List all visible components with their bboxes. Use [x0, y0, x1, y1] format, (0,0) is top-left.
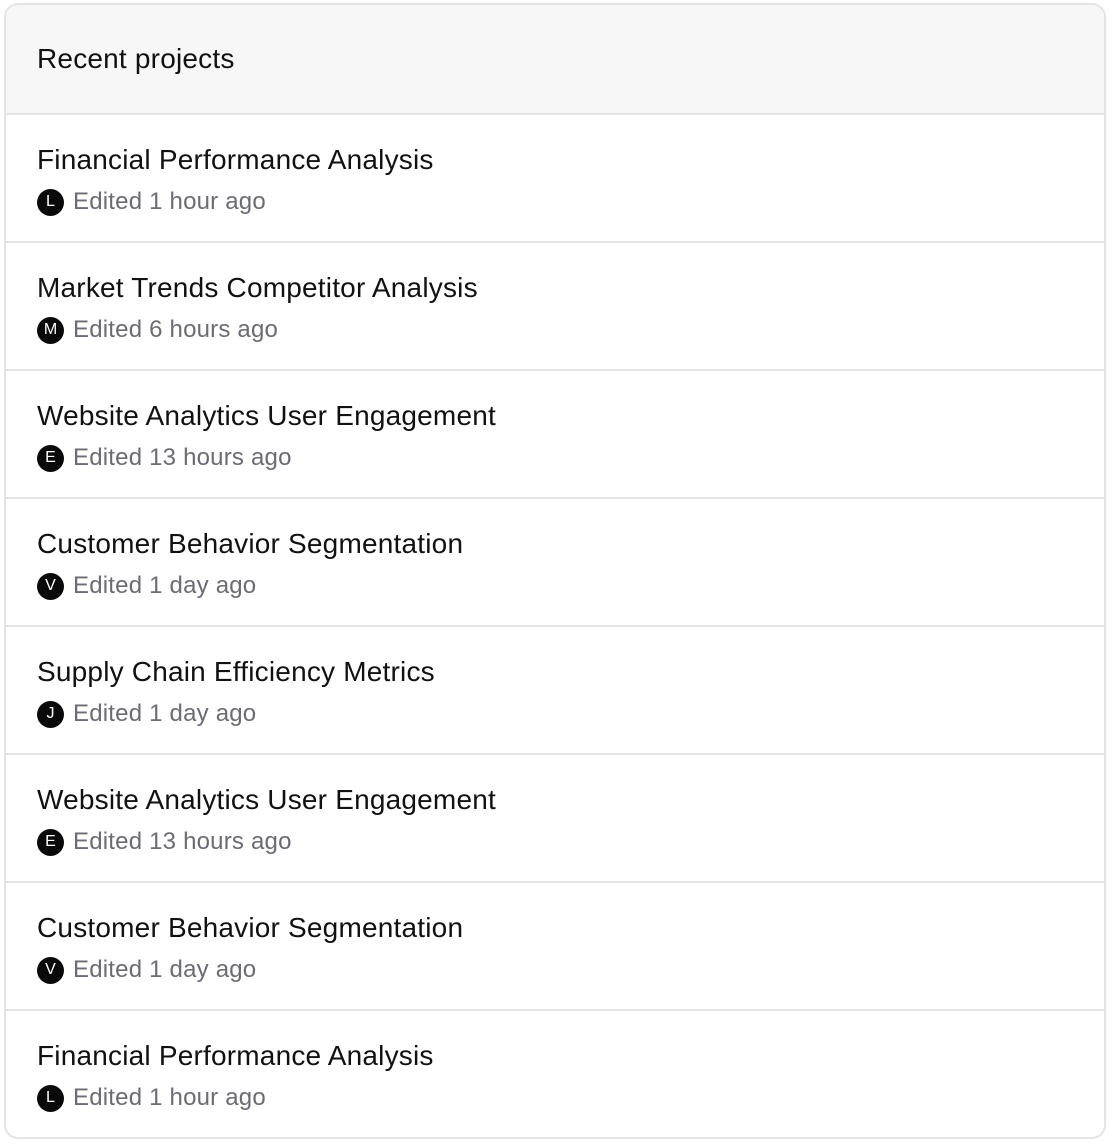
avatar: E	[37, 444, 64, 472]
project-name: Website Analytics User Engagement	[37, 784, 496, 815]
project-meta: V Edited 1 day ago	[37, 955, 1104, 985]
edited-timestamp: Edited 1 hour ago	[73, 1084, 266, 1111]
avatar: V	[37, 572, 64, 600]
avatar: V	[37, 956, 64, 984]
project-item[interactable]: Financial Performance Analysis L Edited …	[6, 115, 1104, 243]
project-meta: J Edited 1 day ago	[37, 699, 1104, 729]
project-meta: V Edited 1 day ago	[37, 571, 1104, 601]
avatar: M	[37, 316, 64, 344]
project-name: Financial Performance Analysis	[37, 1040, 434, 1071]
project-meta: E Edited 13 hours ago	[37, 827, 1104, 857]
edited-timestamp: Edited 1 day ago	[73, 956, 257, 983]
avatar: L	[37, 1084, 64, 1112]
project-meta: M Edited 6 hours ago	[37, 315, 1104, 345]
project-name: Market Trends Competitor Analysis	[37, 272, 478, 303]
project-name: Website Analytics User Engagement	[37, 400, 496, 431]
project-item[interactable]: Supply Chain Efficiency Metrics J Edited…	[6, 627, 1104, 755]
edited-timestamp: Edited 1 hour ago	[73, 188, 266, 215]
project-item[interactable]: Financial Performance Analysis L Edited …	[6, 1011, 1104, 1137]
edited-timestamp: Edited 13 hours ago	[73, 828, 292, 855]
project-name: Customer Behavior Segmentation	[37, 912, 464, 943]
project-meta: L Edited 1 hour ago	[37, 187, 1104, 217]
project-item[interactable]: Website Analytics User Engagement E Edit…	[6, 755, 1104, 883]
edited-timestamp: Edited 6 hours ago	[73, 316, 279, 343]
project-item[interactable]: Customer Behavior Segmentation V Edited …	[6, 499, 1104, 627]
recent-projects-card: Recent projects Financial Performance An…	[4, 3, 1106, 1139]
project-name: Financial Performance Analysis	[37, 144, 434, 175]
edited-timestamp: Edited 1 day ago	[73, 700, 257, 727]
card-header: Recent projects	[6, 5, 1104, 115]
project-item[interactable]: Market Trends Competitor Analysis M Edit…	[6, 243, 1104, 371]
project-name: Supply Chain Efficiency Metrics	[37, 656, 435, 687]
project-item[interactable]: Website Analytics User Engagement E Edit…	[6, 371, 1104, 499]
avatar: J	[37, 700, 64, 728]
avatar: L	[37, 188, 64, 216]
avatar: E	[37, 828, 64, 856]
card-title: Recent projects	[37, 43, 235, 74]
edited-timestamp: Edited 13 hours ago	[73, 444, 292, 471]
project-list: Financial Performance Analysis L Edited …	[6, 115, 1104, 1137]
project-meta: L Edited 1 hour ago	[37, 1083, 1104, 1113]
project-meta: E Edited 13 hours ago	[37, 443, 1104, 473]
edited-timestamp: Edited 1 day ago	[73, 572, 257, 599]
project-name: Customer Behavior Segmentation	[37, 528, 464, 559]
project-item[interactable]: Customer Behavior Segmentation V Edited …	[6, 883, 1104, 1011]
